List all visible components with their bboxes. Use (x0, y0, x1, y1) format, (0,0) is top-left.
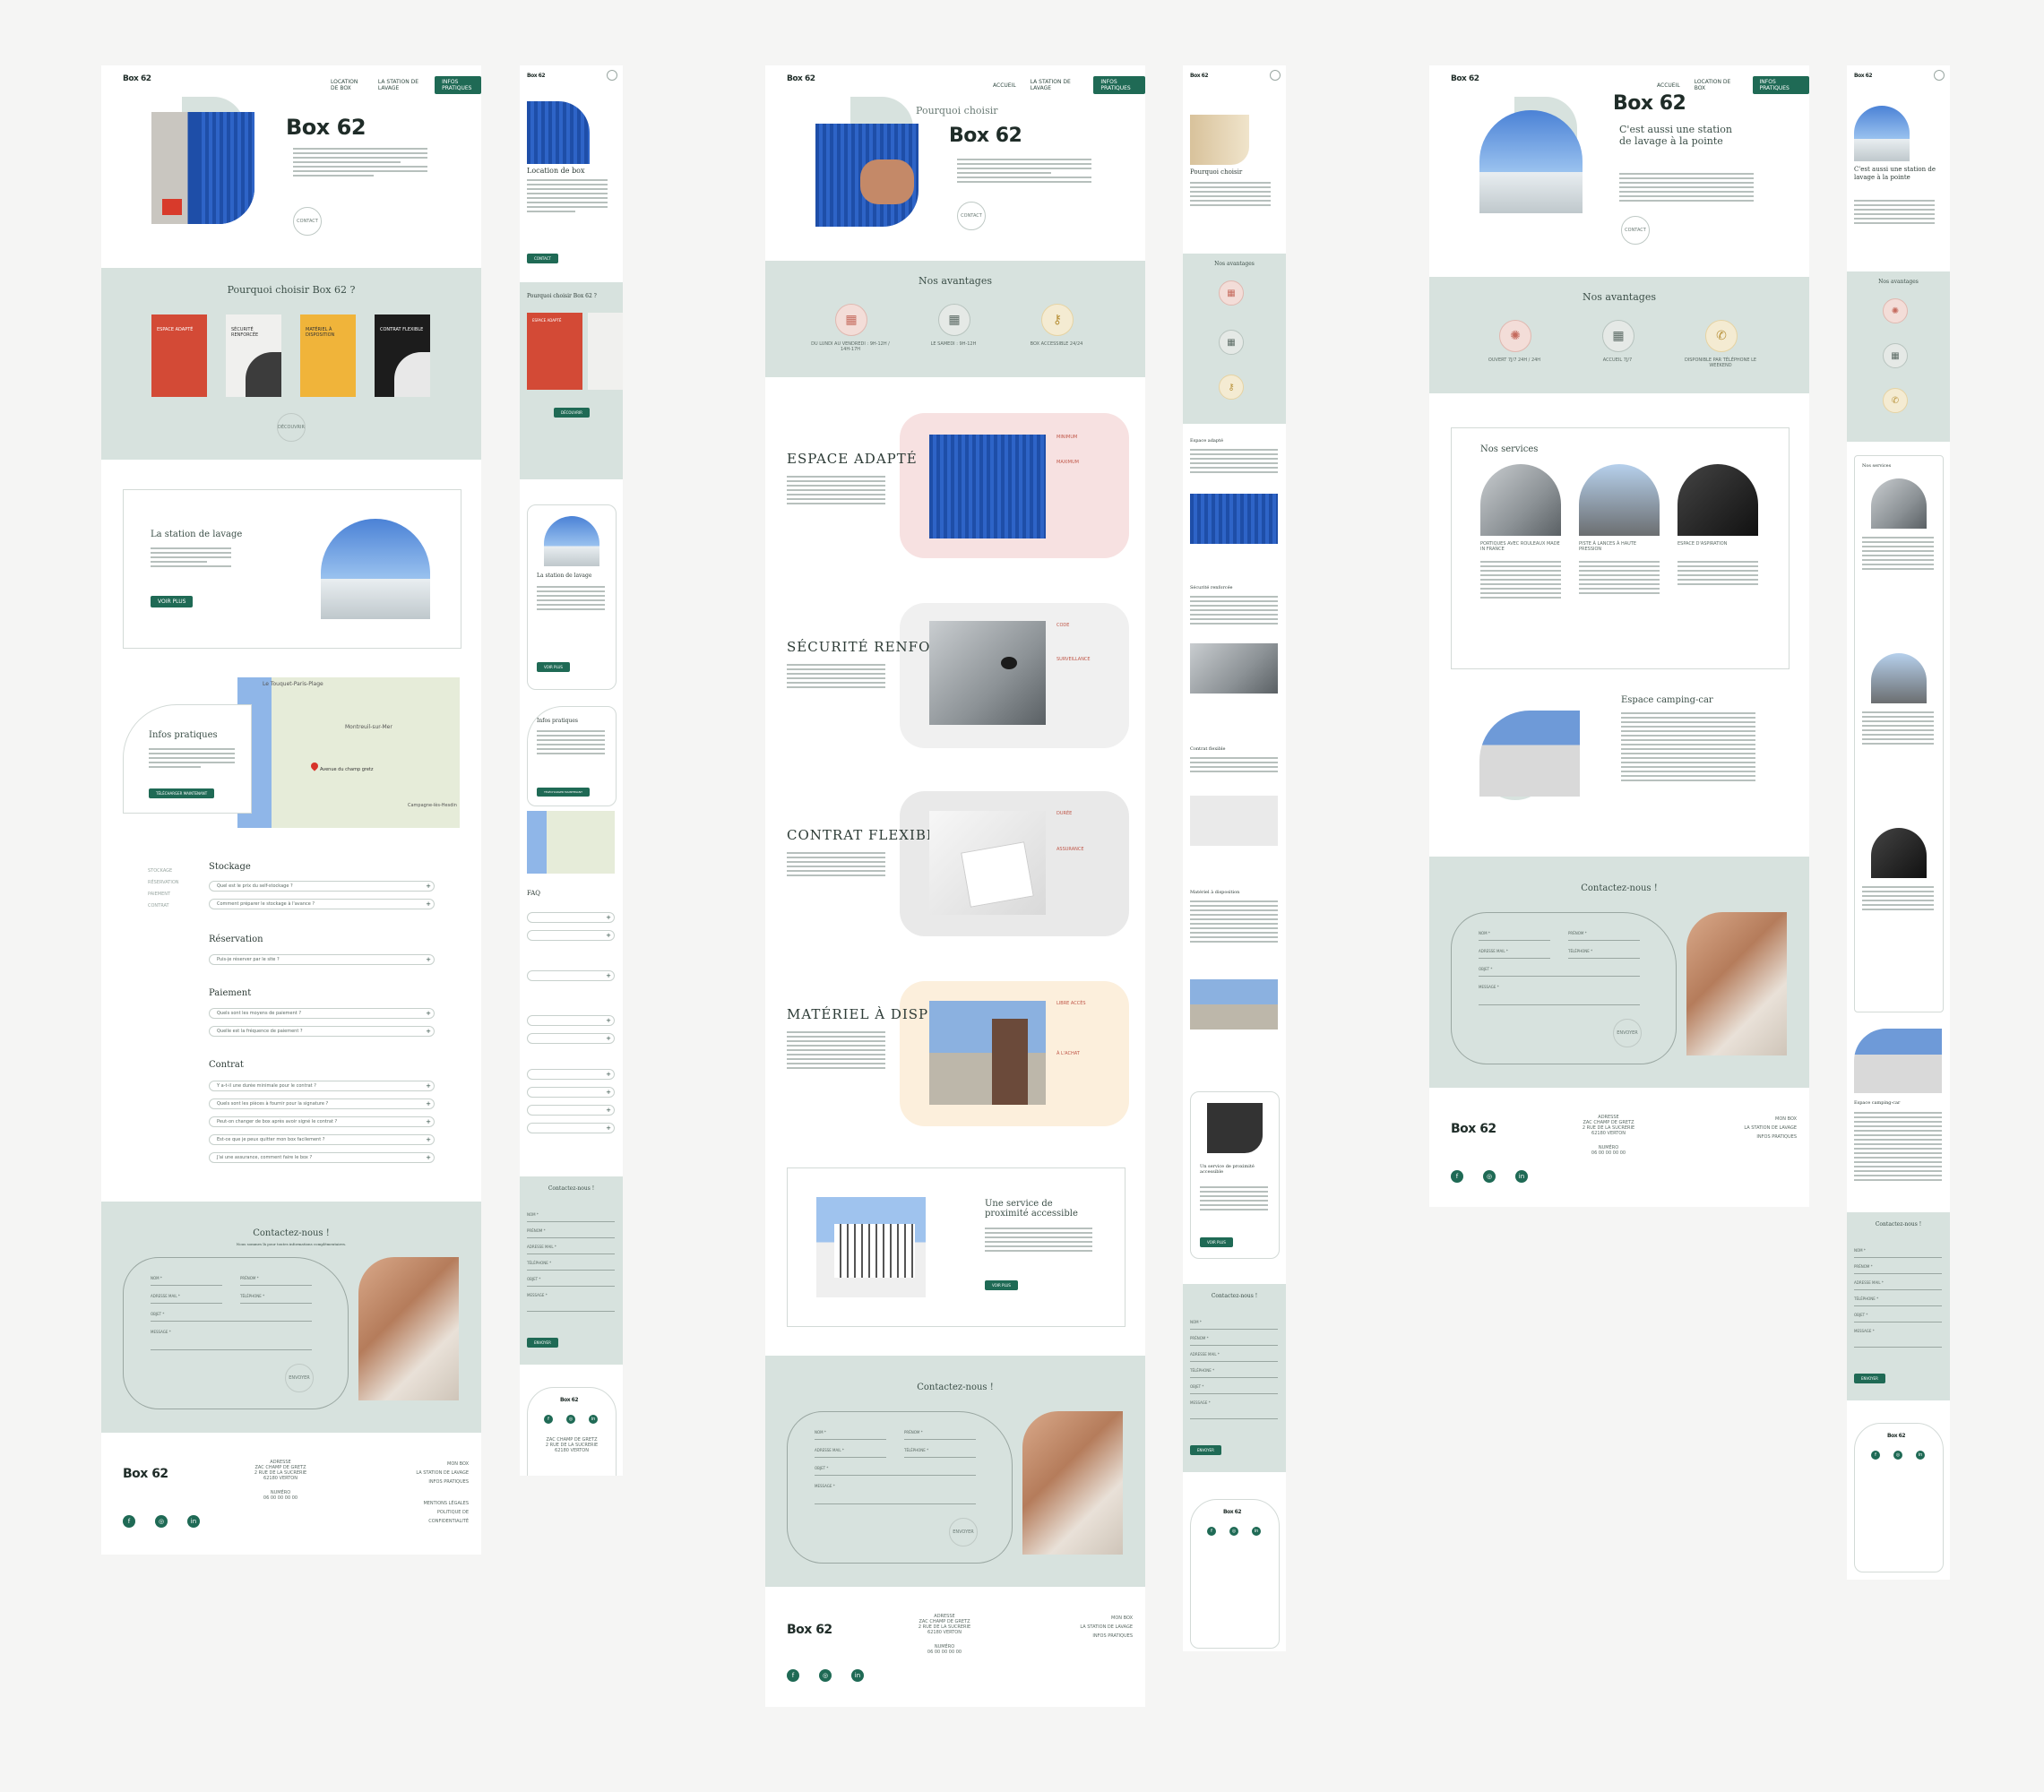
nav-storage[interactable]: LOCATION DE BOX (331, 79, 364, 91)
instagram-icon[interactable]: ◎ (1229, 1527, 1238, 1536)
info-title: Infos pratiques (149, 730, 218, 740)
menu-icon[interactable] (1934, 70, 1945, 81)
contact-section: Contactez-nous ! Nous sommes là pour tou… (101, 1202, 481, 1433)
faq-item[interactable]: Quels sont les pièces à fournir pour la … (209, 1098, 435, 1109)
faq-title-contrat: Contrat (209, 1060, 244, 1070)
faq-title-paiement: Paiement (209, 988, 252, 998)
page-home-mobile: Box 62 Location de box CONTACT Pourquoi … (520, 65, 623, 1476)
page-home-desktop: Box 62 LOCATION DE BOX LA STATION DE LAV… (101, 65, 481, 1555)
map[interactable]: Le Touquet-Paris-Plage Montreuil-sur-Mer… (237, 677, 460, 828)
info-card: Infos pratiques TÉLÉCHARGER MAINTENANT (123, 704, 252, 814)
card-materiel[interactable]: MATÉRIEL À DISPOSITION (300, 314, 356, 397)
instagram-icon[interactable]: ◎ (566, 1415, 575, 1424)
page-storage-desktop: Box 62 ACCUEIL LA STATION DE LAVAGE INFO… (765, 65, 1145, 1707)
why-title: Pourquoi choisir Box 62 ? (227, 284, 356, 296)
phone-icon: ✆ (1705, 320, 1738, 352)
faq-title-reservation: Réservation (209, 935, 263, 944)
menu-icon[interactable] (1270, 70, 1281, 81)
send-button[interactable]: ENVOYER (285, 1364, 314, 1392)
faq-item[interactable]: Comment préparer le stockage à l'avance … (209, 899, 435, 909)
contact-photo (358, 1257, 459, 1400)
faq-side-nav: STOCKAGE RÉSERVATION PAIEMENT CONTRAT (148, 868, 179, 909)
instagram-icon[interactable]: ◎ (1893, 1451, 1902, 1460)
facebook-icon[interactable]: f (123, 1515, 135, 1528)
faq-item[interactable]: Peut-on changer de box après avoir signé… (209, 1116, 435, 1127)
card-securite[interactable]: SÉCURITÉ RENFORCÉE (226, 314, 281, 397)
nav-wash[interactable]: LA STATION DE LAVAGE (378, 79, 420, 91)
faq-item[interactable]: Quels sont les moyens de paiement ? (209, 1008, 435, 1019)
facebook-icon[interactable]: f (544, 1415, 553, 1424)
instagram-icon[interactable]: ◎ (1483, 1170, 1496, 1183)
nav-cta-button[interactable]: INFOS PRATIQUES (435, 76, 481, 94)
faq-item[interactable]: Quel est le prix du self-stockage ? (209, 881, 435, 892)
card-espace[interactable]: ESPACE ADAPTÉ (151, 314, 207, 397)
calendar-icon: ▦ (1602, 320, 1634, 352)
facebook-icon[interactable]: f (1207, 1527, 1216, 1536)
linkedin-icon[interactable]: in (1916, 1451, 1925, 1460)
contact-title: Contactez-nous ! (253, 1228, 330, 1238)
why-section: Pourquoi choisir Box 62 ? ESPACE ADAPTÉ … (101, 268, 481, 460)
instagram-icon[interactable]: ◎ (155, 1515, 168, 1528)
hero-title: Box 62 (286, 115, 367, 140)
top-nav: LOCATION DE BOX LA STATION DE LAVAGE INF… (331, 76, 481, 94)
linkedin-icon[interactable]: in (589, 1415, 598, 1424)
key-icon: ⚷ (1041, 304, 1074, 336)
faq-item[interactable]: Puis-je réserver par le site ? (209, 954, 435, 965)
footer-links: MON BOX LA STATION DE LAVAGE INFOS PRATIQU… (416, 1461, 469, 1524)
faq-item[interactable]: J'ai une assurance, comment faire le box… (209, 1152, 435, 1163)
page-wash-desktop: Box 62 ACCUEIL LOCATION DE BOX INFOS PRA… (1429, 65, 1809, 1207)
hero-photo (151, 112, 254, 224)
linkedin-icon[interactable]: in (187, 1515, 200, 1528)
page-wash-mobile: Box 62 C'est aussi une station de lavage… (1847, 65, 1950, 1580)
footer-address: ADRESSE ZAC CHAMP DE GRETZ 2 RUE DE LA SUC… (254, 1460, 307, 1501)
footer-logo[interactable]: Box 62 (123, 1467, 168, 1481)
hero-photo (815, 124, 919, 227)
camera-icon (1001, 657, 1017, 669)
instagram-icon[interactable]: ◎ (819, 1669, 832, 1682)
footer: Box 62 f ◎ in ADRESSE ZAC CHAMP DE GRETZ 2… (101, 1433, 481, 1555)
sun-icon: ✺ (1499, 320, 1531, 352)
page-storage-mobile: Box 62 Pourquoi choisir Nos avantages ▦ … (1183, 65, 1286, 1651)
wash-button[interactable]: VOIR PLUS (151, 596, 194, 607)
calendar-icon: ▦ (938, 304, 970, 336)
wash-card: La station de lavage VOIR PLUS (123, 489, 461, 649)
wash-title: La station de lavage (151, 530, 243, 539)
linkedin-icon[interactable]: in (1515, 1170, 1528, 1183)
wash-photo (321, 519, 430, 619)
discover-button[interactable]: DÉCOUVRIR (277, 413, 306, 442)
facebook-icon[interactable]: f (787, 1669, 799, 1682)
card-contrat[interactable]: CONTRAT FLEXIBLE (375, 314, 430, 397)
info-button[interactable]: TÉLÉCHARGER MAINTENANT (149, 788, 215, 798)
hero-text (293, 148, 427, 179)
contact-form: NOM * PRÉNOM * ADRESSE MAIL * TÉLÉPHONE … (123, 1257, 349, 1409)
faq-item[interactable]: Y a-t-il une durée minimale pour le cont… (209, 1081, 435, 1091)
faq-title-stockage: Stockage (209, 862, 251, 872)
facebook-icon[interactable]: f (1451, 1170, 1463, 1183)
logo[interactable]: Box 62 (123, 74, 151, 83)
linkedin-icon[interactable]: in (1252, 1527, 1261, 1536)
facebook-icon[interactable]: f (1871, 1451, 1880, 1460)
hero-contact-button[interactable]: CONTACT (293, 207, 322, 236)
calendar-icon: ▦ (835, 304, 867, 336)
linkedin-icon[interactable]: in (851, 1669, 864, 1682)
menu-icon[interactable] (607, 70, 617, 81)
faq-item[interactable]: Quelle est la fréquence de paiement ? (209, 1026, 435, 1037)
map-pin-icon (309, 761, 320, 771)
faq-item[interactable]: Est-ce que je peux quitter mon box facil… (209, 1134, 435, 1145)
